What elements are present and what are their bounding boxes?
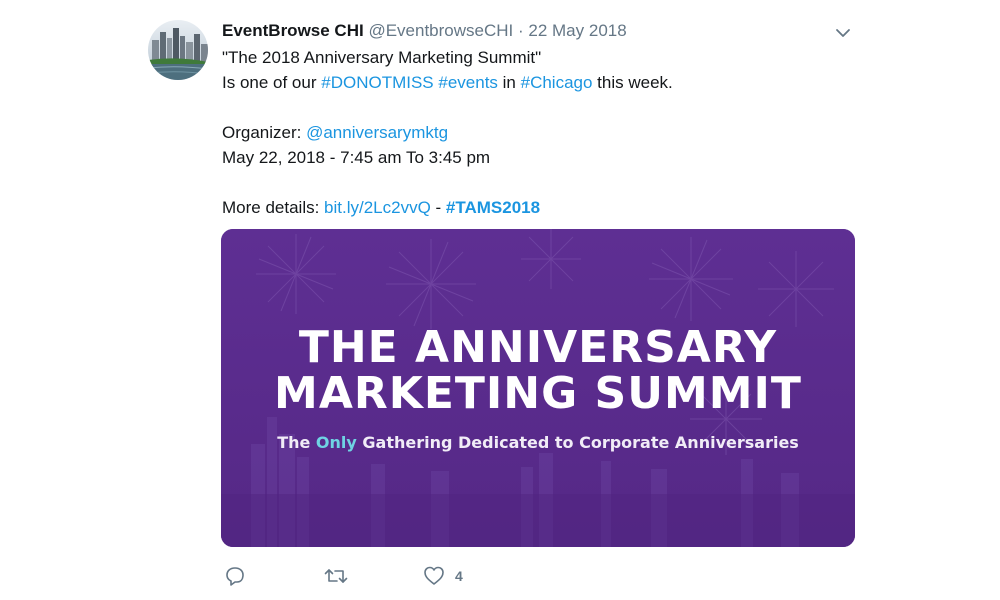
card-subtitle-accent: Only [315, 433, 357, 452]
text-line-time: May 22, 2018 - 7:45 am To 3:45 pm [222, 145, 862, 170]
card-subtitle-pre: The [277, 433, 316, 452]
hashtag-donotmiss[interactable]: #DONOTMISS [321, 73, 433, 92]
retweet-icon [324, 569, 348, 583]
like-count: 4 [455, 568, 463, 584]
details-link[interactable]: bit.ly/2Lc2vvQ [324, 198, 431, 217]
reply-button[interactable] [223, 564, 247, 588]
hashtag-events[interactable]: #events [438, 73, 498, 92]
tweet[interactable]: EventBrowse CHI @EventbrowseCHI · 22 May… [0, 0, 1000, 600]
card-subtitle-post: Gathering Dedicated to Corporate Anniver… [356, 433, 799, 452]
card-title-line1: THE ANNIVERSARY [298, 322, 778, 373]
author-handle[interactable]: @EventbrowseCHI [368, 21, 513, 40]
author-name[interactable]: EventBrowse CHI [222, 21, 364, 40]
tweet-text: "The 2018 Anniversary Marketing Summit" … [222, 45, 862, 220]
card-subtitle: The Only Gathering Dedicated to Corporat… [221, 432, 855, 454]
text-line-intro: Is one of our #DONOTMISS #events in #Chi… [222, 70, 862, 95]
event-title-text: "The 2018 Anniversary Marketing Summit" [222, 48, 542, 67]
more-options-button[interactable] [832, 22, 854, 44]
hashtag-chicago[interactable]: #Chicago [521, 73, 593, 92]
heart-icon [424, 566, 444, 585]
organizer-mention[interactable]: @anniversarymktg [306, 123, 448, 142]
details-separator: - [430, 198, 446, 217]
text-line-title: "The 2018 Anniversary Marketing Summit" [222, 45, 862, 70]
avatar[interactable] [148, 20, 208, 80]
avatar-image [148, 20, 208, 80]
like-button[interactable]: 4 [423, 564, 463, 588]
tweet-header: EventBrowse CHI @EventbrowseCHI · 22 May… [222, 20, 627, 42]
header-separator: · [517, 21, 524, 40]
intro-end-text: this week. [592, 73, 673, 92]
media-card[interactable]: THE ANNIVERSARY MARKETING SUMMIT The Onl… [221, 229, 855, 547]
chevron-down-icon [836, 29, 850, 37]
reply-icon [226, 567, 244, 586]
event-time-text: May 22, 2018 - 7:45 am To 3:45 pm [222, 148, 491, 167]
tweet-date[interactable]: 22 May 2018 [528, 21, 626, 40]
text-line-details: More details: bit.ly/2Lc2vvQ - #TAMS2018 [222, 195, 862, 220]
card-title-line2: MARKETING SUMMIT [274, 368, 802, 419]
retweet-button[interactable] [323, 564, 349, 588]
text-line-organizer: Organizer: @anniversarymktg [222, 120, 862, 145]
intro-text: Is one of our [222, 73, 322, 92]
hashtag-tams2018[interactable]: #TAMS2018 [446, 198, 540, 217]
organizer-label: Organizer: [222, 123, 307, 142]
details-label: More details: [222, 198, 325, 217]
intro-in-text: in [502, 73, 516, 92]
